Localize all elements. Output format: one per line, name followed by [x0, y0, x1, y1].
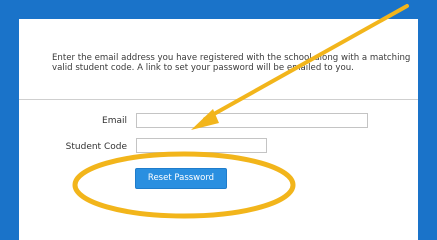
email-field[interactable]	[136, 113, 368, 128]
reset-password-card: Enter the email address you have registe…	[19, 19, 418, 240]
email-label: Email	[102, 116, 127, 126]
student-code-field[interactable]	[136, 138, 267, 153]
instructions-text: Enter the email address you have registe…	[52, 53, 411, 73]
reset-password-button[interactable]: Reset Password	[135, 168, 227, 189]
divider	[19, 99, 418, 100]
student-code-label: Student Code	[65, 142, 127, 152]
